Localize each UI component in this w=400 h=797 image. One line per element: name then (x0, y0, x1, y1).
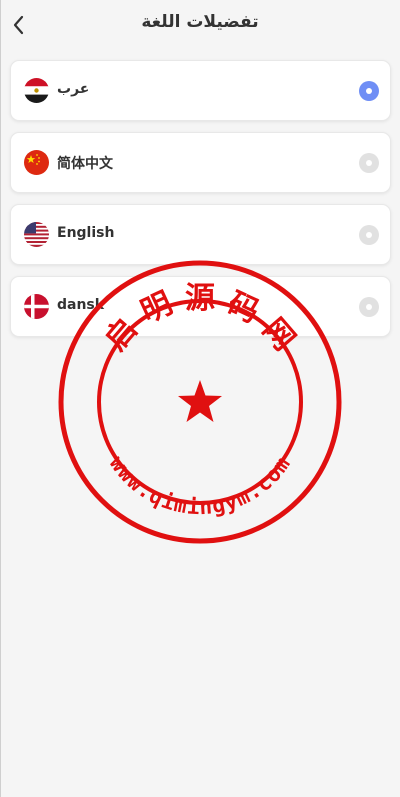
left-border (0, 0, 1, 797)
language-list: عرب 简体中文 English dansk (10, 60, 391, 348)
usa-flag-icon (24, 222, 49, 247)
header: تفضيلات اللغة (0, 0, 400, 50)
star-icon (178, 380, 222, 422)
svg-text:www.qimingym.com: www.qimingym.com (105, 452, 296, 519)
language-label: 简体中文 (57, 156, 113, 172)
stamp-bottom-text: www.qimingym.com (105, 452, 295, 519)
language-label: dansk (57, 297, 105, 313)
denmark-flag-icon (24, 294, 49, 319)
language-label: English (57, 225, 115, 241)
language-option-english[interactable]: English (10, 204, 391, 265)
page-title: تفضيلات اللغة (141, 12, 259, 32)
language-option-chinese[interactable]: 简体中文 (10, 132, 391, 193)
china-flag-icon (24, 150, 49, 175)
radio-selected[interactable] (359, 81, 379, 101)
language-option-danish[interactable]: dansk (10, 276, 391, 337)
egypt-flag-icon (24, 78, 49, 103)
language-label: عرب (57, 81, 90, 97)
radio-unselected[interactable] (359, 153, 379, 173)
radio-unselected[interactable] (359, 297, 379, 317)
language-option-arabic[interactable]: عرب (10, 60, 391, 121)
radio-unselected[interactable] (359, 225, 379, 245)
